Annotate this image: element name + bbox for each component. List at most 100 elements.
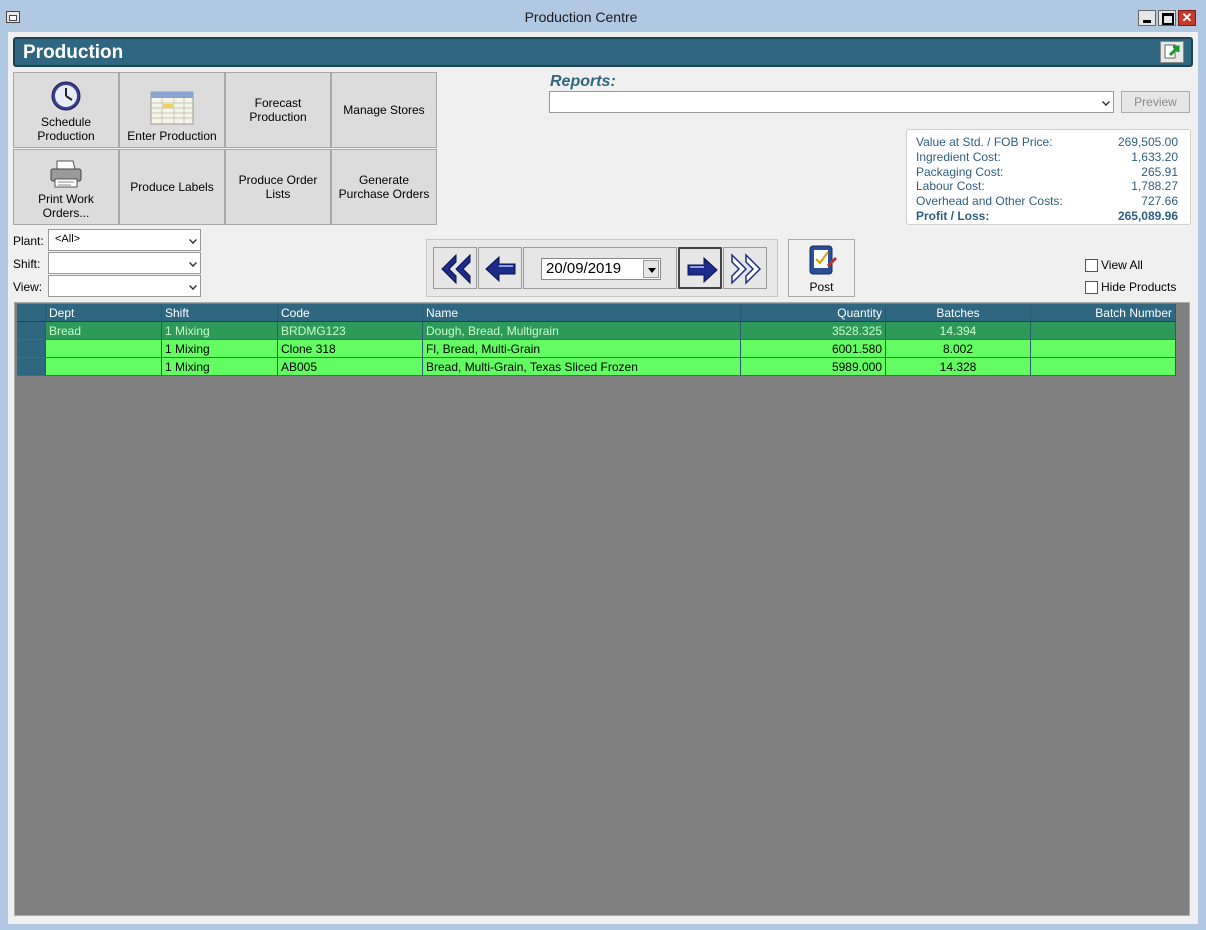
- value-row: Value at Std. / FOB Price: 269,505.00: [916, 135, 1178, 150]
- preview-button[interactable]: Preview: [1121, 91, 1190, 113]
- cell-dept[interactable]: [46, 340, 162, 358]
- next-date-button[interactable]: [678, 247, 722, 289]
- calendar-dropdown-icon[interactable]: [643, 260, 659, 278]
- row-selector[interactable]: [17, 322, 46, 340]
- cell-quantity[interactable]: 3528.325: [741, 322, 886, 340]
- manage-stores-button[interactable]: Manage Stores: [331, 72, 437, 148]
- cell-batch-number[interactable]: [1031, 322, 1176, 340]
- generate-purchase-orders-button[interactable]: Generate Purchase Orders: [331, 149, 437, 225]
- column-header-batches[interactable]: Batches: [886, 304, 1031, 322]
- column-header-batch-number[interactable]: Batch Number: [1031, 304, 1176, 322]
- enter-production-label: Enter Production: [127, 129, 217, 143]
- chevron-down-icon: [1102, 98, 1110, 106]
- reports-dropdown[interactable]: [549, 91, 1114, 113]
- maximize-button[interactable]: [1158, 10, 1176, 26]
- print-work-orders-label: Print Work Orders...: [38, 192, 94, 220]
- cell-dept[interactable]: [46, 358, 162, 376]
- cell-code[interactable]: BRDMG123: [278, 322, 423, 340]
- cell-name[interactable]: Dough, Bread, Multigrain: [423, 322, 741, 340]
- view-dropdown[interactable]: [48, 275, 201, 297]
- packaging-label: Packaging Cost:: [916, 165, 1004, 179]
- window-frame-left: [0, 32, 8, 924]
- hide-products-label: Hide Products: [1101, 280, 1177, 294]
- row-selector[interactable]: [17, 340, 46, 358]
- hide-products-box[interactable]: [1085, 281, 1098, 294]
- column-header-code[interactable]: Code: [278, 304, 423, 322]
- cell-batches[interactable]: 14.328: [886, 358, 1031, 376]
- plant-dropdown[interactable]: <All>: [48, 229, 201, 251]
- cell-quantity[interactable]: 6001.580: [741, 340, 886, 358]
- labour-row: Labour Cost: 1,788.27: [916, 179, 1178, 194]
- ingredient-row: Ingredient Cost: 1,633.20: [916, 150, 1178, 165]
- exit-arrow-icon: [1164, 44, 1180, 59]
- double-left-arrow-icon: [441, 253, 471, 285]
- cell-batches[interactable]: 14.394: [886, 322, 1031, 340]
- post-clipboard-icon: [809, 245, 838, 275]
- produce-order-lists-button[interactable]: Produce Order Lists: [225, 149, 331, 225]
- overhead-row: Overhead and Other Costs: 727.66: [916, 194, 1178, 209]
- cell-code[interactable]: Clone 318: [278, 340, 423, 358]
- left-arrow-icon: [485, 255, 516, 283]
- window-frame-bottom: [0, 924, 1206, 930]
- profit-amount: 265,089.96: [1117, 209, 1178, 223]
- schedule-production-button[interactable]: Schedule Production: [13, 72, 119, 148]
- date-value: 20/09/2019: [546, 260, 622, 277]
- production-grid[interactable]: Dept Shift Code Name Quantity Batches Ba…: [14, 302, 1190, 916]
- cell-batches[interactable]: 8.002: [886, 340, 1031, 358]
- chevron-down-icon: [189, 259, 197, 267]
- labour-amount: 1,788.27: [1131, 179, 1178, 193]
- cell-shift[interactable]: 1 Mixing: [162, 358, 278, 376]
- row-selector[interactable]: [17, 358, 46, 376]
- previous-date-button[interactable]: [478, 247, 522, 289]
- header-banner: Production: [13, 37, 1193, 67]
- labour-label: Labour Cost:: [916, 179, 985, 193]
- cell-batch-number[interactable]: [1031, 358, 1176, 376]
- cost-summary-panel: Value at Std. / FOB Price: 269,505.00 In…: [906, 129, 1191, 225]
- cell-name[interactable]: Fl, Bread, Multi-Grain: [423, 340, 741, 358]
- column-header-name[interactable]: Name: [423, 304, 741, 322]
- plant-label: Plant:: [13, 234, 44, 248]
- column-header-dept[interactable]: Dept: [46, 304, 162, 322]
- close-button[interactable]: ✕: [1178, 10, 1196, 26]
- last-date-button[interactable]: [723, 247, 767, 289]
- plant-value: <All>: [55, 233, 81, 245]
- manage-stores-label: Manage Stores: [343, 103, 425, 117]
- produce-labels-button[interactable]: Produce Labels: [119, 149, 225, 225]
- cell-quantity[interactable]: 5989.000: [741, 358, 886, 376]
- cell-batch-number[interactable]: [1031, 340, 1176, 358]
- shift-dropdown[interactable]: [48, 252, 201, 274]
- profit-label: Profit / Loss:: [916, 209, 990, 223]
- post-button[interactable]: Post: [788, 239, 855, 297]
- right-arrow-icon: [687, 256, 718, 284]
- page-title: Production: [23, 42, 124, 63]
- cell-shift[interactable]: 1 Mixing: [162, 340, 278, 358]
- column-header-quantity[interactable]: Quantity: [741, 304, 886, 322]
- first-date-button[interactable]: [433, 247, 477, 289]
- post-label: Post: [809, 280, 834, 294]
- produce-order-lists-label: Produce Order Lists: [238, 173, 318, 201]
- print-work-orders-button[interactable]: Print Work Orders...: [13, 149, 119, 225]
- forecast-production-button[interactable]: Forecast Production: [225, 72, 331, 148]
- overhead-amount: 727.66: [1141, 194, 1178, 208]
- exit-button[interactable]: [1160, 41, 1184, 63]
- ingredient-label: Ingredient Cost:: [916, 150, 1001, 164]
- cell-code[interactable]: AB005: [278, 358, 423, 376]
- view-all-box[interactable]: [1085, 259, 1098, 272]
- chevron-down-icon: [189, 236, 197, 244]
- date-picker[interactable]: 20/09/2019: [541, 258, 661, 280]
- packaging-row: Packaging Cost: 265.91: [916, 165, 1178, 180]
- clock-icon: [51, 81, 81, 111]
- reports-label: Reports:: [550, 73, 616, 90]
- profit-row: Profit / Loss: 265,089.96: [916, 209, 1178, 224]
- minimize-button[interactable]: [1138, 10, 1156, 26]
- enter-production-button[interactable]: Enter Production: [119, 72, 225, 148]
- cell-dept[interactable]: Bread: [46, 322, 162, 340]
- schedule-production-label: Schedule Production: [37, 115, 95, 143]
- view-label: View:: [13, 280, 43, 294]
- cell-name[interactable]: Bread, Multi-Grain, Texas Sliced Frozen: [423, 358, 741, 376]
- column-header-shift[interactable]: Shift: [162, 304, 278, 322]
- cell-shift[interactable]: 1 Mixing: [162, 322, 278, 340]
- overhead-label: Overhead and Other Costs:: [916, 194, 1063, 208]
- row-selector-header: [17, 304, 46, 322]
- produce-labels-label: Produce Labels: [130, 180, 214, 194]
